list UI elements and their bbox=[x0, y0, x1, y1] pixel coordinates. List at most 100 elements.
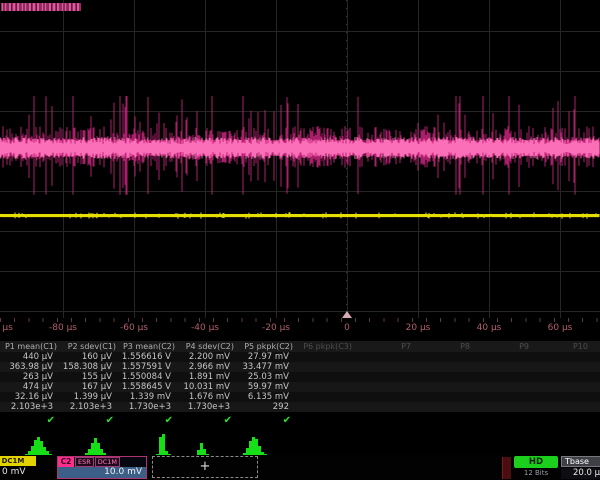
c1-trace bbox=[0, 212, 599, 219]
c1-coupling-tag: DC1M bbox=[0, 456, 36, 466]
measure-sdev: 6.135 mV bbox=[236, 392, 289, 402]
status-check-icon: ✔ bbox=[59, 414, 114, 428]
time-label: 40 µs bbox=[477, 323, 502, 333]
measure-sdev: 1.399 µV bbox=[59, 392, 112, 402]
measure-col-header: P2 sdev(C1) bbox=[59, 341, 116, 352]
c2-scale-value: 10.0 mV bbox=[58, 467, 146, 478]
hd-badge: HD bbox=[514, 456, 558, 468]
timebase-descriptor[interactable]: Tbase 20.0 µs bbox=[561, 456, 600, 479]
cropped-descriptor-fragment bbox=[502, 457, 511, 479]
measure-min: 25.03 mV bbox=[236, 372, 289, 382]
channel-descriptor-c1[interactable]: DC1M 0 mV bbox=[0, 456, 56, 479]
measure-col-8[interactable]: P8 bbox=[413, 341, 472, 433]
measure-value: 1.556616 V bbox=[118, 352, 171, 362]
time-label: -20 µs bbox=[262, 323, 290, 333]
measure-col-6[interactable]: P6 pkpk(C3) bbox=[295, 341, 354, 433]
measure-col-header: P4 sdev(C2) bbox=[177, 341, 234, 352]
status-check-icon: ✔ bbox=[118, 414, 173, 428]
measure-mean: 363.98 µV bbox=[0, 362, 53, 372]
measure-num: 1.730e+3 bbox=[177, 402, 230, 412]
measure-col-header: P10 bbox=[531, 341, 588, 352]
measure-num: 2.103e+3 bbox=[59, 402, 112, 412]
timebase-value: 20.0 µs bbox=[561, 468, 600, 479]
measure-col-7[interactable]: P7 bbox=[354, 341, 413, 433]
time-label: 20 µs bbox=[406, 323, 431, 333]
measure-col-11[interactable]: P11 bbox=[590, 341, 600, 433]
measure-value: 27.97 mV bbox=[236, 352, 289, 362]
trigger-position-marker-icon[interactable] bbox=[342, 311, 352, 318]
time-label: -80 µs bbox=[49, 323, 77, 333]
histicon-bar bbox=[40, 441, 43, 456]
measure-value: 2.200 mV bbox=[177, 352, 230, 362]
measure-col-3[interactable]: P3 mean(C2)1.556616 V1.557591 V1.550084 … bbox=[118, 341, 177, 433]
c2-esr-tag: ESR bbox=[75, 457, 94, 467]
time-label: 0 bbox=[344, 323, 350, 333]
descriptor-bar: DC1M 0 mV C2 ESR DC1M 10.0 mV + HD 12 Bi… bbox=[0, 455, 600, 480]
histicon-bar bbox=[252, 437, 255, 456]
measure-col-4[interactable]: P4 sdev(C2)2.200 mV2.966 mV1.891 mV10.03… bbox=[177, 341, 236, 433]
time-label: -100 µs bbox=[0, 323, 13, 333]
measure-num: 2.103e+3 bbox=[0, 402, 53, 412]
measure-min: 155 µV bbox=[59, 372, 112, 382]
measurement-table: P1 mean(C1)440 µV363.98 µV263 µV474 µV32… bbox=[0, 341, 600, 433]
histicon-bar bbox=[159, 437, 162, 456]
plus-icon: + bbox=[200, 459, 211, 474]
measure-col-header: P5 pkpk(C2) bbox=[236, 341, 293, 352]
time-label: -60 µs bbox=[120, 323, 148, 333]
measure-col-5[interactable]: P5 pkpk(C2)27.97 mV33.477 mV25.03 mV59.9… bbox=[236, 341, 295, 433]
channel-descriptor-c2[interactable]: C2 ESR DC1M 10.0 mV bbox=[57, 456, 147, 479]
measure-col-header: P9 bbox=[472, 341, 529, 352]
measure-sdev: 1.339 mV bbox=[118, 392, 171, 402]
histicon-bar bbox=[37, 437, 40, 456]
measure-col-header: P3 mean(C2) bbox=[118, 341, 175, 352]
measure-col-2[interactable]: P2 sdev(C1)160 µV158.308 µV155 µV167 µV1… bbox=[59, 341, 118, 433]
c2-channel-tag: C2 bbox=[58, 457, 74, 467]
histicon-bar bbox=[255, 439, 258, 456]
measure-col-10[interactable]: P10 bbox=[531, 341, 590, 433]
measure-max: 10.031 mV bbox=[177, 382, 230, 392]
measure-col-9[interactable]: P9 bbox=[472, 341, 531, 433]
measure-col-header: P11 bbox=[590, 341, 600, 352]
measure-value: 160 µV bbox=[59, 352, 112, 362]
measure-mean: 33.477 mV bbox=[236, 362, 289, 372]
measure-col-header: P1 mean(C1) bbox=[0, 341, 57, 352]
oscilloscope-screen: -100 µs -80 µs -60 µs -40 µs -20 µs 0 20 µs 40 … bbox=[0, 0, 600, 480]
status-check-icon: ✔ bbox=[177, 414, 232, 428]
c1-scale-value: 0 mV bbox=[2, 467, 26, 477]
measure-num: 292 bbox=[236, 402, 289, 412]
add-trace-button[interactable]: + bbox=[152, 456, 258, 478]
hd-mode-descriptor[interactable]: HD 12 Bits bbox=[514, 456, 558, 479]
measure-mean: 2.966 mV bbox=[177, 362, 230, 372]
time-axis: -100 µs -80 µs -60 µs -40 µs -20 µs 0 20 µs 40 … bbox=[0, 323, 600, 336]
measure-col-header: P7 bbox=[354, 341, 411, 352]
measure-mean: 1.557591 V bbox=[118, 362, 171, 372]
measure-col-header: P8 bbox=[413, 341, 470, 352]
measure-max: 59.97 mV bbox=[236, 382, 289, 392]
measure-max: 167 µV bbox=[59, 382, 112, 392]
histicon-strip bbox=[0, 430, 600, 458]
measure-max: 474 µV bbox=[0, 382, 53, 392]
measure-col-header: P6 pkpk(C3) bbox=[295, 341, 352, 352]
status-check-icon: ✔ bbox=[0, 414, 55, 428]
status-check-icon: ✔ bbox=[236, 414, 291, 428]
measure-num: 1.730e+3 bbox=[118, 402, 171, 412]
measure-col-1[interactable]: P1 mean(C1)440 µV363.98 µV263 µV474 µV32… bbox=[0, 341, 59, 433]
hd-bits-label: 12 Bits bbox=[514, 469, 558, 477]
measure-max: 1.558645 V bbox=[118, 382, 171, 392]
histicon-bar bbox=[34, 440, 37, 456]
histicon-bar bbox=[162, 434, 165, 456]
measure-sdev: 32.16 µV bbox=[0, 392, 53, 402]
measure-mean: 158.308 µV bbox=[59, 362, 112, 372]
measure-min: 1.891 mV bbox=[177, 372, 230, 382]
histicon-bar bbox=[94, 438, 97, 456]
waveform-display bbox=[0, 0, 600, 330]
measure-min: 1.550084 V bbox=[118, 372, 171, 382]
measure-min: 263 µV bbox=[0, 372, 53, 382]
c2-coupling-tag: DC1M bbox=[95, 457, 120, 467]
measure-sdev: 1.676 mV bbox=[177, 392, 230, 402]
time-label: -40 µs bbox=[191, 323, 219, 333]
timebase-title: Tbase bbox=[561, 456, 600, 467]
time-label: 60 µs bbox=[548, 323, 573, 333]
histicon-bar bbox=[249, 441, 252, 456]
measure-value: 440 µV bbox=[0, 352, 53, 362]
